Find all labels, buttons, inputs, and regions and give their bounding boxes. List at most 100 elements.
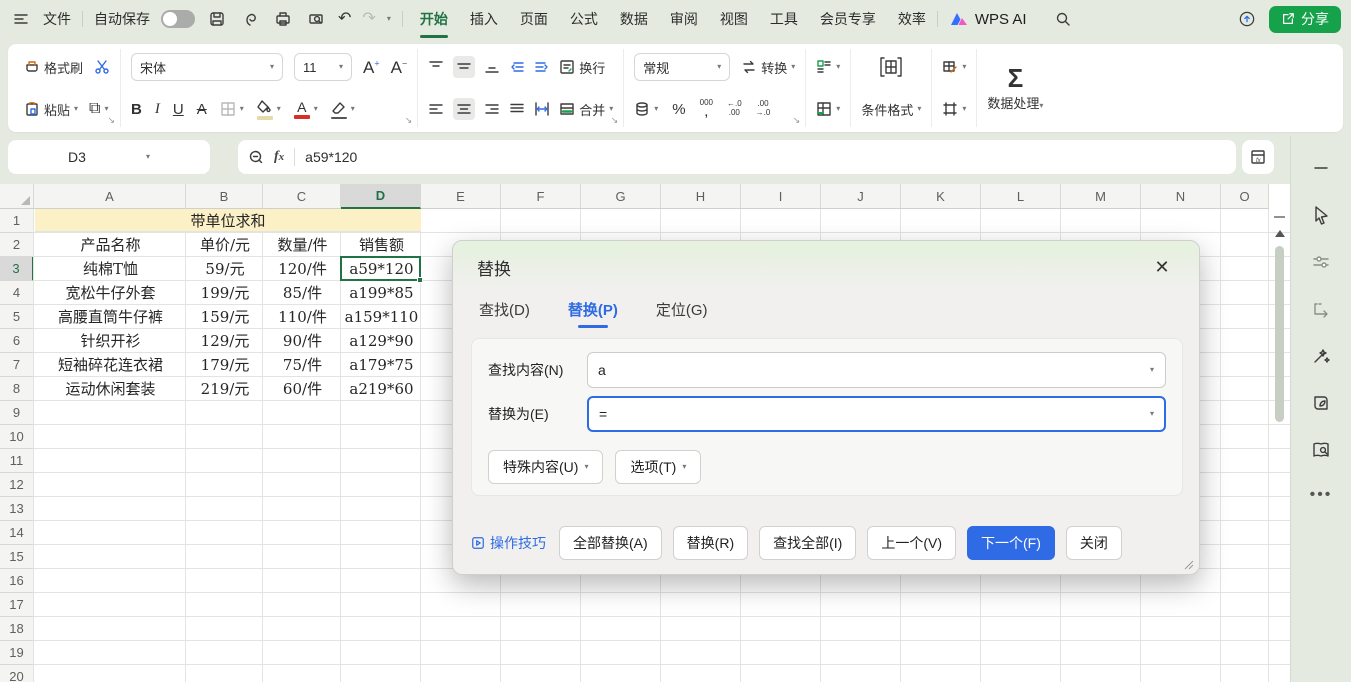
currency-button[interactable]: ▾ — [634, 101, 658, 117]
fill-color-button[interactable]: ▾ — [257, 99, 281, 120]
column-header-F[interactable]: F — [501, 184, 581, 209]
row-header-4[interactable]: 4 — [0, 281, 34, 305]
clipboard-dialog-launcher[interactable]: ↘ — [107, 115, 115, 126]
cell-C2[interactable]: 数量/件 — [264, 233, 341, 256]
column-header-B[interactable]: B — [186, 184, 263, 209]
cell-C4[interactable]: 85/件 — [264, 281, 341, 304]
column-header-C[interactable]: C — [263, 184, 341, 209]
paste-button[interactable]: 粘贴▾ — [24, 100, 78, 119]
name-box[interactable]: D3 ▾ — [8, 140, 210, 174]
export-icon[interactable] — [239, 8, 261, 30]
cell-C7[interactable]: 75/件 — [264, 353, 341, 376]
row-header-13[interactable]: 13 — [0, 497, 34, 521]
cell-D8[interactable]: a219*60 — [342, 377, 421, 400]
conditional-format-button[interactable]: 条件格式▾ — [861, 100, 921, 119]
align-bottom-button[interactable] — [484, 59, 500, 75]
increase-font-button[interactable]: A+ — [363, 59, 380, 76]
thousands-separator-button[interactable]: 000, — [700, 99, 713, 120]
number-format-select[interactable]: 常规▾ — [634, 53, 730, 81]
borders-button[interactable]: ▾ — [220, 101, 244, 117]
table-format-button[interactable]: ▾ — [942, 59, 966, 75]
align-right-button[interactable] — [484, 101, 500, 117]
more-options-icon[interactable]: ••• — [1310, 487, 1333, 503]
file-menu[interactable]: 文件 — [43, 9, 71, 29]
formula-panel-button[interactable]: fx — [1242, 140, 1274, 174]
replace-chevron-icon[interactable]: ▾ — [1150, 410, 1154, 418]
column-header-K[interactable]: K — [901, 184, 981, 209]
number-dialog-launcher[interactable]: ↘ — [793, 115, 801, 126]
cell-C6[interactable]: 90/件 — [264, 329, 341, 352]
row-header-6[interactable]: 6 — [0, 329, 34, 353]
zoom-out-icon[interactable] — [248, 149, 264, 165]
search-icon[interactable] — [1052, 8, 1074, 30]
document-assistant-icon[interactable] — [1311, 393, 1331, 413]
tab-data[interactable]: 数据 — [620, 9, 648, 29]
decrease-font-button[interactable]: A− — [391, 59, 408, 76]
row-header-12[interactable]: 12 — [0, 473, 34, 497]
row-header-16[interactable]: 16 — [0, 569, 34, 593]
menu-icon[interactable] — [10, 8, 32, 30]
increase-indent-button[interactable] — [534, 59, 550, 75]
cell-A4[interactable]: 宽松牛仔外套 — [35, 281, 186, 304]
tab-replace[interactable]: 替换(P) — [568, 299, 618, 320]
close-icon[interactable]: ✕ — [1149, 254, 1175, 280]
redo-icon[interactable]: ↷ — [362, 11, 375, 27]
save-icon[interactable] — [206, 8, 228, 30]
column-header-I[interactable]: I — [741, 184, 821, 209]
font-size-select[interactable]: 11▾ — [294, 53, 352, 81]
cell-merged-A1-D1[interactable]: 带单位求和 — [35, 209, 421, 232]
cell-A5[interactable]: 高腰直筒牛仔裤 — [35, 305, 186, 328]
row-header-7[interactable]: 7 — [0, 353, 34, 377]
column-header-G[interactable]: G — [581, 184, 661, 209]
tab-goto[interactable]: 定位(G) — [656, 299, 708, 320]
find-chevron-icon[interactable]: ▾ — [1150, 366, 1154, 374]
tab-view[interactable]: 视图 — [720, 9, 748, 29]
row-header-18[interactable]: 18 — [0, 617, 34, 641]
column-header-J[interactable]: J — [821, 184, 901, 209]
row-header-3[interactable]: 3 — [0, 257, 34, 281]
distribute-button[interactable] — [534, 101, 550, 117]
cell-D4[interactable]: a199*85 — [342, 281, 421, 304]
print-preview-icon[interactable] — [305, 8, 327, 30]
column-header-O[interactable]: O — [1221, 184, 1269, 209]
clear-format-button[interactable]: ▾ — [331, 100, 355, 119]
next-button[interactable]: 下一个(F) — [967, 526, 1055, 560]
cell-A6[interactable]: 针织开衫 — [35, 329, 186, 352]
autosave-toggle[interactable] — [161, 10, 195, 28]
cursor-select-icon[interactable] — [1311, 205, 1331, 225]
wps-ai-button[interactable]: WPS AI — [949, 10, 1027, 28]
tab-find[interactable]: 查找(D) — [479, 299, 530, 320]
cell-A8[interactable]: 运动休闲套装 — [35, 377, 186, 400]
increase-decimal-button[interactable]: ←.0.00 — [727, 100, 742, 118]
align-left-button[interactable] — [428, 101, 444, 117]
percent-button[interactable]: % — [672, 102, 685, 117]
copy-button[interactable]: ⧉▾ — [89, 101, 108, 117]
cell-B3[interactable]: 59/元 — [187, 257, 263, 280]
font-name-select[interactable]: 宋体▾ — [131, 53, 283, 81]
cell-B5[interactable]: 159/元 — [187, 305, 263, 328]
column-header-L[interactable]: L — [981, 184, 1061, 209]
tab-efficiency[interactable]: 效率 — [898, 9, 926, 29]
row-header-8[interactable]: 8 — [0, 377, 34, 401]
row-header-14[interactable]: 14 — [0, 521, 34, 545]
collapse-toolbar-icon[interactable] — [1311, 158, 1331, 178]
scroll-up-arrow[interactable] — [1275, 230, 1285, 237]
column-header-D[interactable]: D — [341, 184, 421, 209]
row-header-2[interactable]: 2 — [0, 233, 34, 257]
cell-D2[interactable]: 销售额 — [342, 233, 421, 256]
tab-tools[interactable]: 工具 — [770, 9, 798, 29]
row-header-15[interactable]: 15 — [0, 545, 34, 569]
table-borders-button[interactable]: ▾ — [942, 101, 966, 117]
loop-reference-icon[interactable] — [1311, 299, 1331, 319]
replace-input[interactable] — [587, 396, 1166, 432]
cell-A7[interactable]: 短袖碎花连衣裙 — [35, 353, 186, 376]
wrap-text-button[interactable]: 换行 — [559, 58, 605, 77]
strikethrough-button[interactable]: A — [197, 102, 207, 117]
tab-formula[interactable]: 公式 — [570, 9, 598, 29]
print-icon[interactable] — [272, 8, 294, 30]
magic-wand-icon[interactable] — [1311, 346, 1331, 366]
tab-page[interactable]: 页面 — [520, 9, 548, 29]
selection-box-D3[interactable] — [340, 256, 421, 281]
cell-B4[interactable]: 199/元 — [187, 281, 263, 304]
undo-menu-chevron-icon[interactable]: ▾ — [387, 15, 391, 23]
